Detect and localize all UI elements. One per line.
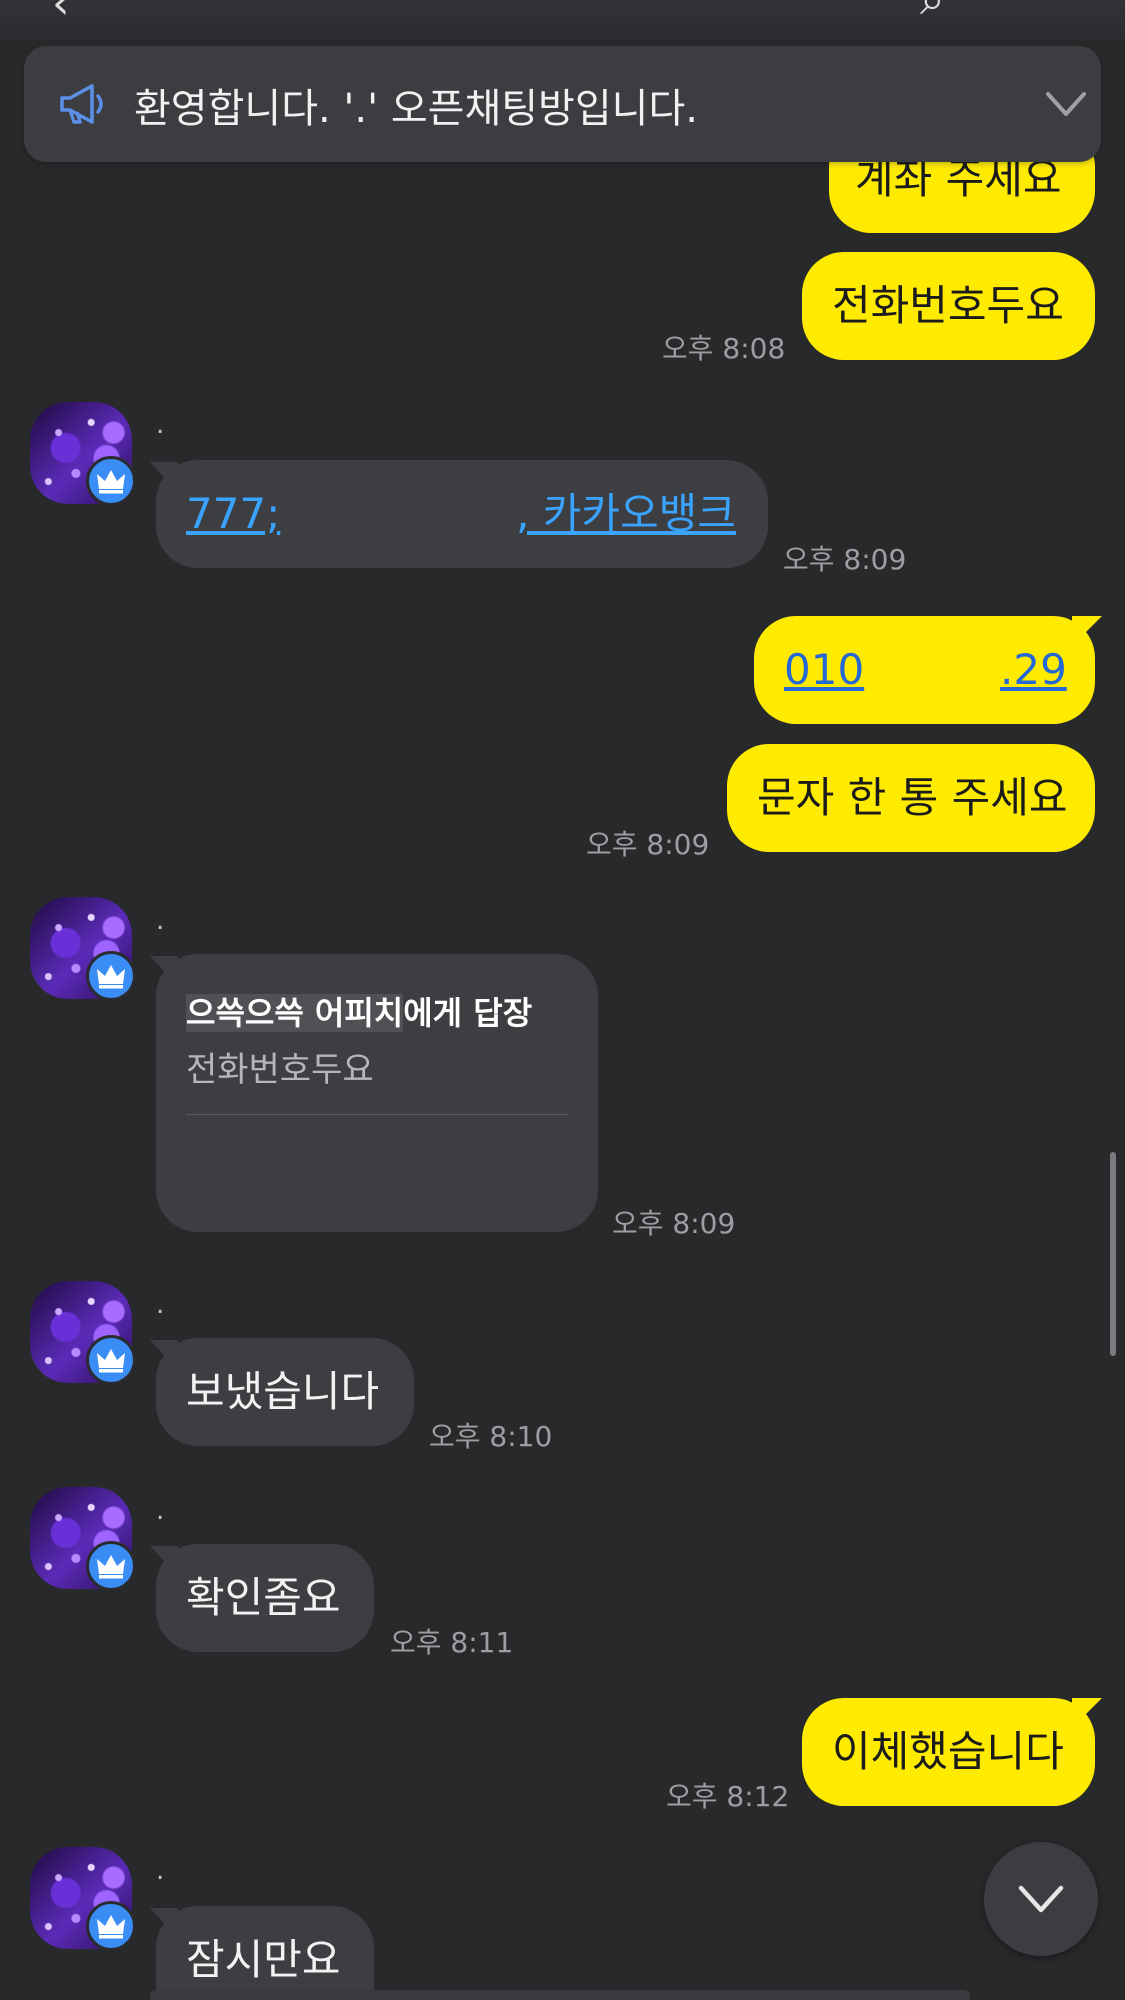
sender-name: . bbox=[156, 1290, 165, 1320]
my-message-bubble[interactable]: 전화번호두요 bbox=[802, 252, 1095, 360]
avatar[interactable] bbox=[30, 402, 136, 506]
their-message-bubble[interactable]: 확인좀요 bbox=[156, 1544, 374, 1652]
message-time: 오후 8:09 bbox=[586, 828, 710, 861]
divider bbox=[186, 1114, 568, 1115]
avatar[interactable] bbox=[30, 1847, 136, 1951]
crown-icon bbox=[86, 1335, 136, 1385]
message-text: 확인좀요 bbox=[186, 1573, 341, 1622]
notice-text: 환영합니다. '.' 오픈채팅방입니다. bbox=[134, 86, 698, 132]
my-message-bubble[interactable]: 010 .29 bbox=[754, 616, 1095, 724]
reply-header: 으쓱으쓱 어피치에게 답장 bbox=[186, 988, 568, 1034]
chevron-down-icon bbox=[1018, 1885, 1064, 1913]
message-text: 잠시만요 bbox=[186, 1935, 341, 1984]
reply-label: 에게 답장 bbox=[403, 994, 533, 1032]
my-message-bubble[interactable]: 문자 한 통 주세요 bbox=[727, 744, 1095, 852]
crown-icon bbox=[86, 951, 136, 1001]
chevron-down-icon[interactable] bbox=[1044, 86, 1088, 122]
phone-link[interactable]: 010 bbox=[784, 645, 864, 694]
bank-link[interactable]: , 카카오뱅크 bbox=[516, 460, 736, 568]
message-text: 문자 한 통 주세요 bbox=[757, 773, 1068, 822]
avatar[interactable] bbox=[30, 897, 136, 1001]
message-time: 오후 8:09 bbox=[783, 543, 907, 576]
chat-screen: ‹ ⌕ 환영합니다. '.' 오픈채팅방입니다. 계좌 주세요 전화번호두요 오… bbox=[0, 0, 1125, 2000]
message-text: 전화번호두요 bbox=[832, 281, 1064, 330]
sender-name: . bbox=[156, 1496, 165, 1526]
my-message-bubble[interactable]: 이체했습니다 bbox=[802, 1698, 1095, 1806]
reply-target-name: 으쓱으쓱 어피치 bbox=[186, 994, 404, 1032]
scrollbar[interactable] bbox=[1110, 1152, 1116, 1356]
sender-name: . bbox=[156, 1856, 165, 1886]
reply-quote: 전화번호두요 bbox=[186, 1050, 374, 1090]
message-time: 오후 8:12 bbox=[666, 1780, 790, 1813]
crown-icon bbox=[86, 1901, 136, 1951]
crown-icon bbox=[86, 1541, 136, 1591]
avatar[interactable] bbox=[30, 1487, 136, 1591]
phone-link[interactable]: .29 bbox=[1000, 616, 1067, 724]
bubble-tail bbox=[1072, 616, 1102, 646]
their-message-bubble[interactable]: 777; , 카카오뱅크 bbox=[156, 460, 768, 568]
message-time: 오후 8:11 bbox=[390, 1626, 514, 1659]
account-link[interactable]: 777; bbox=[186, 489, 280, 538]
message-text: 보냈습니다 bbox=[186, 1367, 380, 1416]
sender-name: . bbox=[156, 906, 165, 936]
message-text: 이체했습니다 bbox=[832, 1727, 1064, 1776]
sender-name: . bbox=[156, 410, 165, 440]
scroll-to-bottom-button[interactable] bbox=[984, 1842, 1098, 1956]
message-time: 오후 8:09 bbox=[612, 1207, 736, 1240]
message-time: 오후 8:10 bbox=[429, 1420, 553, 1453]
search-icon[interactable]: ⌕ bbox=[920, 0, 945, 25]
megaphone-icon bbox=[60, 84, 103, 124]
their-message-bubble[interactable]: 보냈습니다 bbox=[156, 1338, 414, 1446]
message-time: 오후 8:08 bbox=[662, 332, 786, 365]
their-message-bubble[interactable]: 잠시만요 bbox=[156, 1906, 374, 2000]
bubble-tail bbox=[1072, 1698, 1102, 1728]
notice-banner[interactable]: 환영합니다. '.' 오픈채팅방입니다. bbox=[24, 46, 1101, 162]
reply-message-bubble[interactable]: 으쓱으쓱 어피치에게 답장 전화번호두요 bbox=[156, 954, 598, 1232]
top-navigation-bar: ‹ ⌕ bbox=[0, 0, 1125, 40]
crown-icon bbox=[86, 456, 136, 506]
avatar[interactable] bbox=[30, 1281, 136, 1385]
back-icon[interactable]: ‹ bbox=[52, 0, 70, 29]
input-bar-edge bbox=[150, 1990, 970, 2000]
